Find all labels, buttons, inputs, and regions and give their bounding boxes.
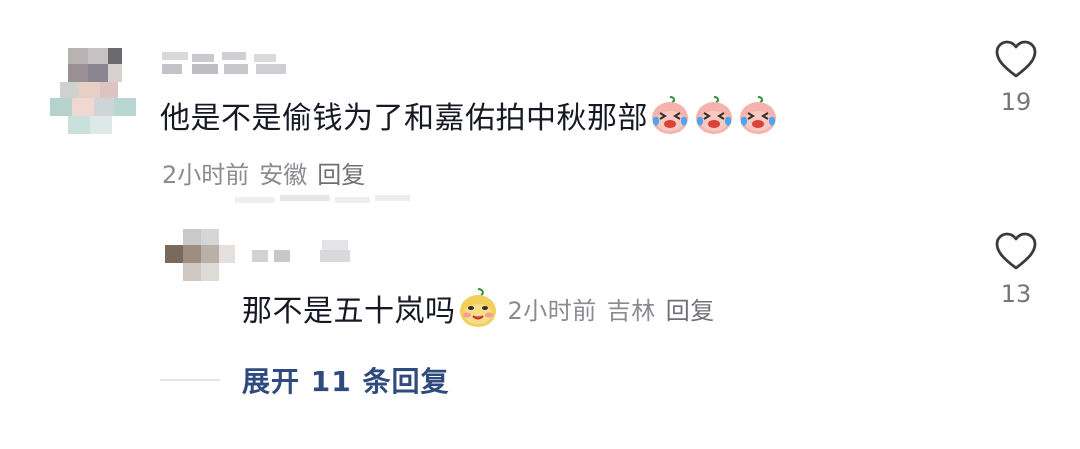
comment-location: 安徽: [259, 161, 308, 189]
expand-replies-row[interactable]: 展开 11 条回复: [160, 360, 449, 400]
reply-username-redacted[interactable]: [248, 236, 358, 264]
reply-meta: 2小时前 吉林 回复: [508, 291, 715, 326]
reply-text-row: 那不是五十岚吗 2小时前 吉林 回复: [242, 286, 715, 330]
like-button[interactable]: 19: [986, 40, 1046, 116]
expand-replies-button[interactable]: 展开 11 条回复: [242, 360, 449, 400]
reply-text: 那不是五十岚吗: [242, 294, 456, 329]
reply-avatar[interactable]: [165, 229, 235, 284]
like-count: 19: [1000, 88, 1032, 116]
reply-location: 吉林: [606, 296, 656, 325]
comment-text-row: 他是不是偷钱为了和嘉佑拍中秋那部: [160, 93, 780, 137]
crying-laughing-emoji-icon: [692, 93, 736, 137]
reply-time: 2小时前: [507, 296, 597, 325]
reply-like-button[interactable]: 13: [986, 232, 1046, 308]
comment-time: 2小时前: [162, 161, 250, 189]
heart-outline-icon: [995, 232, 1037, 270]
sly-smile-emoji-icon: [456, 286, 500, 330]
reply-button[interactable]: 回复: [317, 155, 365, 190]
username-redacted[interactable]: [162, 52, 292, 76]
crying-laughing-emoji-icon: [736, 93, 780, 137]
crying-laughing-emoji-icon: [648, 93, 692, 137]
redacted-strip: [235, 190, 410, 204]
comment-meta: 2小时前 安徽 回复: [162, 155, 365, 190]
reply-like-count: 13: [1000, 280, 1032, 308]
heart-outline-icon: [995, 40, 1037, 78]
comment-text: 他是不是偷钱为了和嘉佑拍中秋那部: [160, 101, 648, 136]
divider-line: [160, 379, 220, 381]
reply-reply-button[interactable]: 回复: [666, 291, 715, 326]
pixelated-avatar-image: [165, 229, 235, 284]
avatar[interactable]: [50, 48, 136, 134]
pixelated-avatar-image: [50, 48, 136, 134]
